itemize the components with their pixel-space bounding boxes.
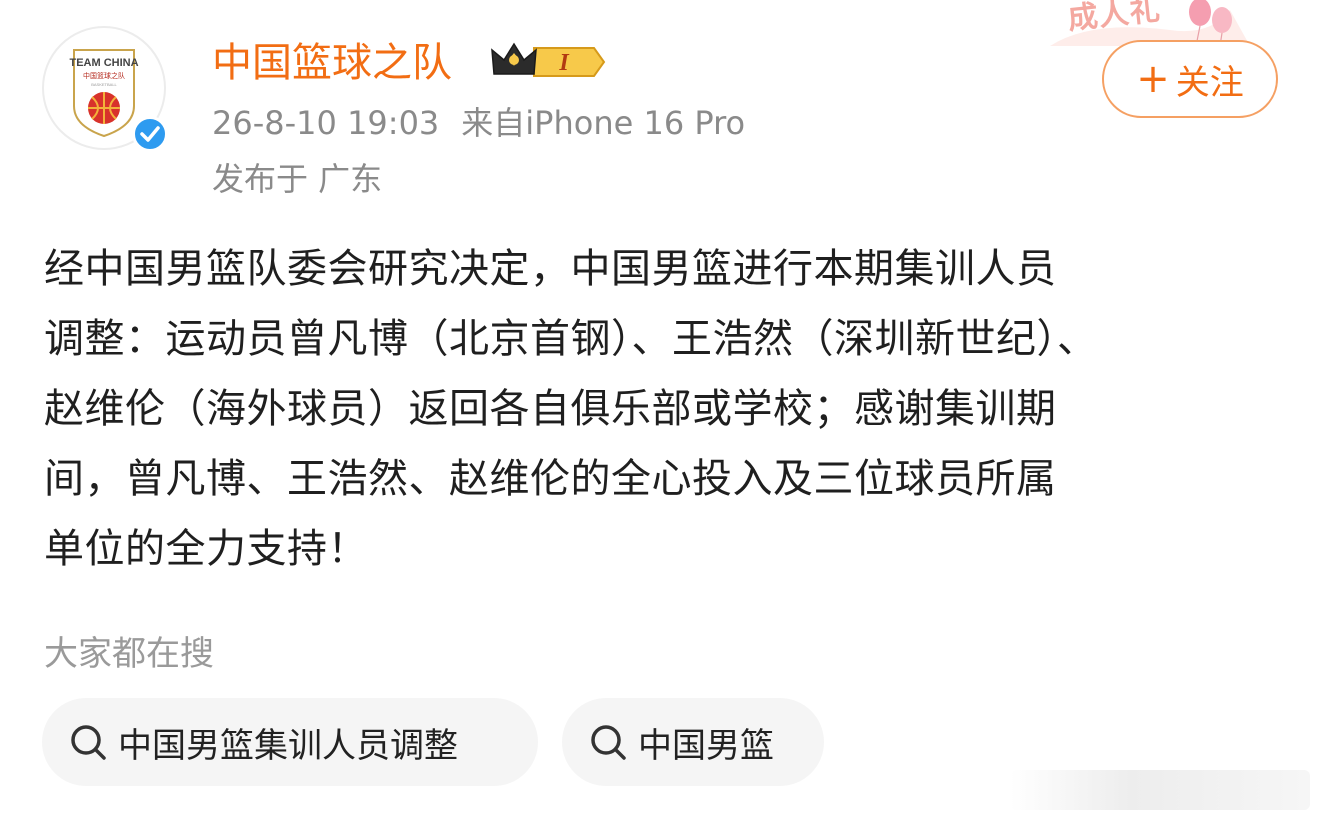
trending-chip-label: 中国男篮 (638, 725, 774, 766)
trending-chip[interactable]: 中国男篮集训人员调整 (42, 698, 538, 786)
follow-label: 关注 (1175, 62, 1244, 103)
trending-chip[interactable]: 中国男篮 (562, 698, 824, 786)
post-source: 来自iPhone 16 Pro (461, 104, 746, 142)
logo-line3: BASKETBALL (91, 82, 117, 87)
post-line: 调整：运动员曾凡博（北京首钢）、王浩然（深圳新世纪）、 (44, 316, 1098, 362)
vip-level: I (558, 50, 570, 76)
post-content: 经中国男篮队委会研究决定，中国男篮进行本期集训人员 调整：运动员曾凡博（北京首钢… (44, 234, 1244, 584)
post-timestamp: 26-8-10 19:03 (212, 104, 440, 142)
logo-line2: 中国篮球之队 (83, 71, 125, 80)
post-meta: 26-8-10 19:03 来自iPhone 16 Pro (212, 102, 745, 144)
plus-icon: + (1136, 56, 1170, 102)
bottom-fade (1010, 770, 1310, 810)
search-icon (591, 725, 626, 760)
trending-label: 大家都在搜 (44, 634, 214, 674)
logo-line1: TEAM CHINA (69, 57, 138, 69)
post-line: 赵维伦（海外球员）返回各自俱乐部或学校；感谢集训期 (44, 386, 1057, 432)
post-line: 间，曾凡博、王浩然、赵维伦的全心投入及三位球员所属 (44, 456, 1057, 502)
search-icon (71, 725, 106, 760)
post-line: 单位的全力支持！ (44, 526, 368, 572)
post-line: 经中国男篮队委会研究决定，中国男篮进行本期集训人员 (44, 246, 1057, 292)
post-location: 发布于 广东 (212, 160, 383, 198)
username[interactable]: 中国篮球之队 (212, 38, 452, 88)
verified-check-icon (132, 116, 168, 152)
follow-button[interactable]: + 关注 (1102, 40, 1278, 118)
trending-chip-label: 中国男篮集训人员调整 (118, 725, 458, 766)
crown-vip-icon[interactable]: I (490, 40, 606, 84)
